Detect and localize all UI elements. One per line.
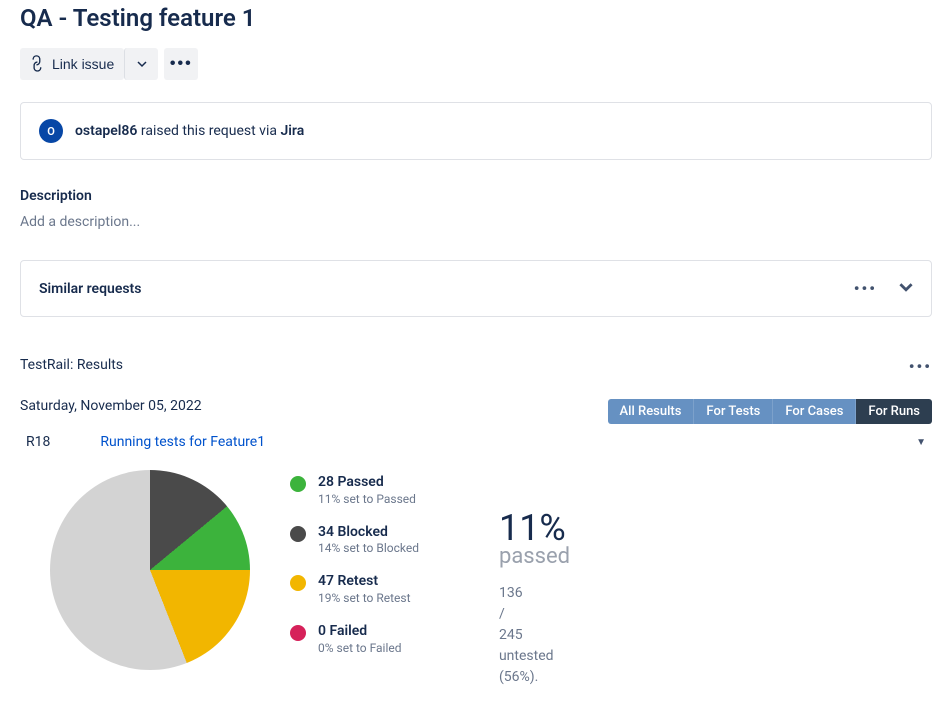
more-icon: ••• [170,55,193,73]
legend-dot-retest [290,575,306,591]
run-row: R18 Running tests for Feature1 ▼ [20,424,932,460]
similar-requests-card: Similar requests ••• [20,260,932,317]
tab-for-tests[interactable]: For Tests [694,399,773,424]
pie-chart [50,470,250,670]
requester-via: Jira [280,123,304,139]
avatar: O [39,119,63,143]
legend-dot-failed [290,625,306,641]
run-id: R18 [26,434,50,450]
summary-untested-b: 245 [499,625,569,646]
link-issue-label: Link issue [52,56,114,72]
similar-requests-title: Similar requests [39,281,141,297]
legend-passed-sub: 11% set to Passed [318,491,416,508]
description-input[interactable]: Add a description... [20,214,932,230]
testrail-date: Saturday, November 05, 2022 [20,398,202,414]
tab-all-results[interactable]: All Results [608,399,695,424]
similar-expand-button[interactable] [899,280,913,297]
requester-text: ostapel86 raised this request via Jira [75,123,304,139]
requester-raised: raised this request via [137,123,280,139]
legend-dot-blocked [290,526,306,542]
summary-passed-word: passed [499,544,570,569]
testrail-section-title: TestRail: Results [20,357,123,373]
run-dropdown-button[interactable]: ▼ [916,437,926,448]
legend-retest-sub: 19% set to Retest [318,590,411,607]
more-actions-button[interactable]: ••• [164,48,198,80]
toolbar: Link issue ••• [20,48,932,80]
similar-more-button[interactable]: ••• [854,279,877,298]
summary-untested-a: 136 [499,583,569,604]
requester-card: O ostapel86 raised this request via Jira [20,102,932,160]
results-body: 28 Passed 11% set to Passed 34 Blocked 1… [20,460,932,708]
legend-failed-title: 0 Failed [318,623,402,640]
description-label: Description [20,188,932,204]
legend-item-retest: 47 Retest 19% set to Retest [290,573,419,607]
tab-for-cases[interactable]: For Cases [773,399,856,424]
requester-username: ostapel86 [75,123,137,139]
legend-item-failed: 0 Failed 0% set to Failed [290,623,419,657]
summary-block: 11% passed 136 / 245 untested (56%). [499,510,570,688]
summary-untested-pct: (56%). [499,667,569,688]
summary-untested: 136 / 245 untested (56%). [499,583,569,688]
run-name-link[interactable]: Running tests for Feature1 [100,434,265,450]
legend-item-blocked: 34 Blocked 14% set to Blocked [290,524,419,558]
summary-untested-slash: / [499,604,569,625]
link-issue-dropdown-button[interactable] [124,48,158,80]
link-issue-button[interactable]: Link issue [20,48,124,80]
result-tabs: All Results For Tests For Cases For Runs [608,399,932,424]
legend-item-passed: 28 Passed 11% set to Passed [290,474,419,508]
legend-blocked-sub: 14% set to Blocked [318,540,419,557]
summary-untested-word: untested [499,646,569,667]
legend-failed-sub: 0% set to Failed [318,640,402,657]
link-icon [26,52,51,77]
page-title: QA - Testing feature 1 [20,4,932,32]
legend-retest-title: 47 Retest [318,573,411,590]
tab-for-runs[interactable]: For Runs [856,399,932,424]
legend-passed-title: 28 Passed [318,474,416,491]
legend-blocked-title: 34 Blocked [318,524,419,541]
summary-percent: 11% [499,510,570,546]
testrail-more-button[interactable]: ••• [909,357,932,376]
legend-dot-passed [290,476,306,492]
chevron-down-icon [137,56,147,72]
legend: 28 Passed 11% set to Passed 34 Blocked 1… [290,474,419,656]
